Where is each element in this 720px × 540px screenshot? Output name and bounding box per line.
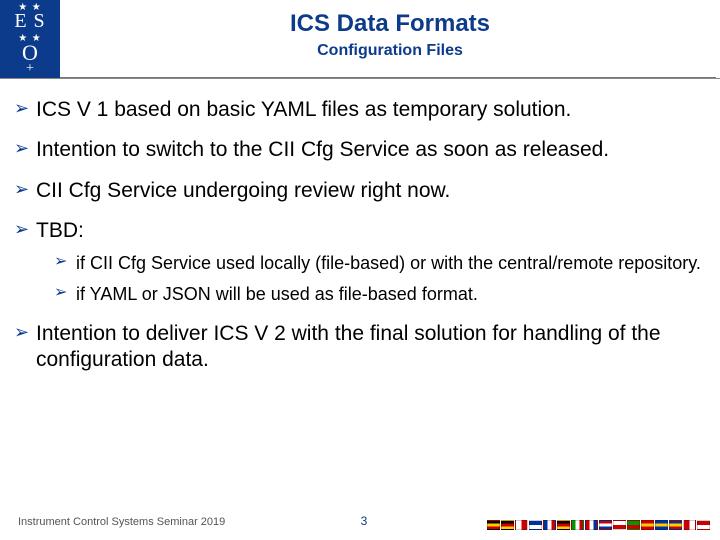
bullet-item: Intention to switch to the CII Cfg Servi… xyxy=(14,137,714,163)
logo-plus: + xyxy=(0,64,60,74)
flag-icon xyxy=(543,520,556,530)
eso-logo: ★ ★ E S ★ ★ O + xyxy=(0,0,60,78)
flag-icon xyxy=(641,520,654,530)
flag-icon xyxy=(501,520,514,530)
flag-icon xyxy=(599,520,612,530)
flag-icon xyxy=(515,520,528,530)
bullet-text: CII Cfg Service undergoing review right … xyxy=(36,179,450,202)
bullet-item: TBD: if CII Cfg Service used locally (fi… xyxy=(14,218,714,307)
flag-icon xyxy=(557,520,570,530)
sub-bullet-text: if CII Cfg Service used locally (file-ba… xyxy=(76,253,701,273)
sub-bullet-list: if CII Cfg Service used locally (file-ba… xyxy=(36,252,714,307)
flag-icon xyxy=(627,520,640,530)
flag-icon xyxy=(613,520,626,530)
slide-content: ICS V 1 based on basic YAML files as tem… xyxy=(0,79,720,373)
sub-bullet-text: if YAML or JSON will be used as file-bas… xyxy=(76,284,478,304)
slide-header: ★ ★ E S ★ ★ O + ICS Data Formats Configu… xyxy=(0,0,720,79)
title-wrap: ICS Data Formats Configuration Files xyxy=(60,10,720,60)
header-divider xyxy=(60,77,716,78)
bullet-text: ICS V 1 based on basic YAML files as tem… xyxy=(36,98,571,121)
sub-bullet-item: if YAML or JSON will be used as file-bas… xyxy=(54,283,714,306)
bullet-item: ICS V 1 based on basic YAML files as tem… xyxy=(14,97,714,123)
footer-text: Instrument Control Systems Seminar 2019 xyxy=(18,516,225,528)
page-number: 3 xyxy=(361,514,368,528)
bullet-text: TBD: xyxy=(36,219,84,242)
flag-icon xyxy=(697,520,710,530)
flag-icon xyxy=(585,520,598,530)
sub-bullet-item: if CII Cfg Service used locally (file-ba… xyxy=(54,252,714,275)
flag-icon xyxy=(529,520,542,530)
flag-icon xyxy=(571,520,584,530)
flag-icon xyxy=(683,520,696,530)
bullet-text: Intention to deliver ICS V 2 with the fi… xyxy=(36,322,661,371)
bullet-item: CII Cfg Service undergoing review right … xyxy=(14,178,714,204)
slide-footer: Instrument Control Systems Seminar 2019 … xyxy=(18,510,710,530)
bullet-list: ICS V 1 based on basic YAML files as tem… xyxy=(14,97,714,373)
bullet-text: Intention to switch to the CII Cfg Servi… xyxy=(36,138,609,161)
flag-icon xyxy=(487,520,500,530)
slide-title: ICS Data Formats xyxy=(60,10,720,38)
bullet-item: Intention to deliver ICS V 2 with the fi… xyxy=(14,321,714,374)
flag-icon xyxy=(669,520,682,530)
flag-icon xyxy=(655,520,668,530)
logo-line1: E S xyxy=(0,11,60,31)
flag-strip xyxy=(487,520,710,530)
slide-subtitle: Configuration Files xyxy=(60,42,720,60)
